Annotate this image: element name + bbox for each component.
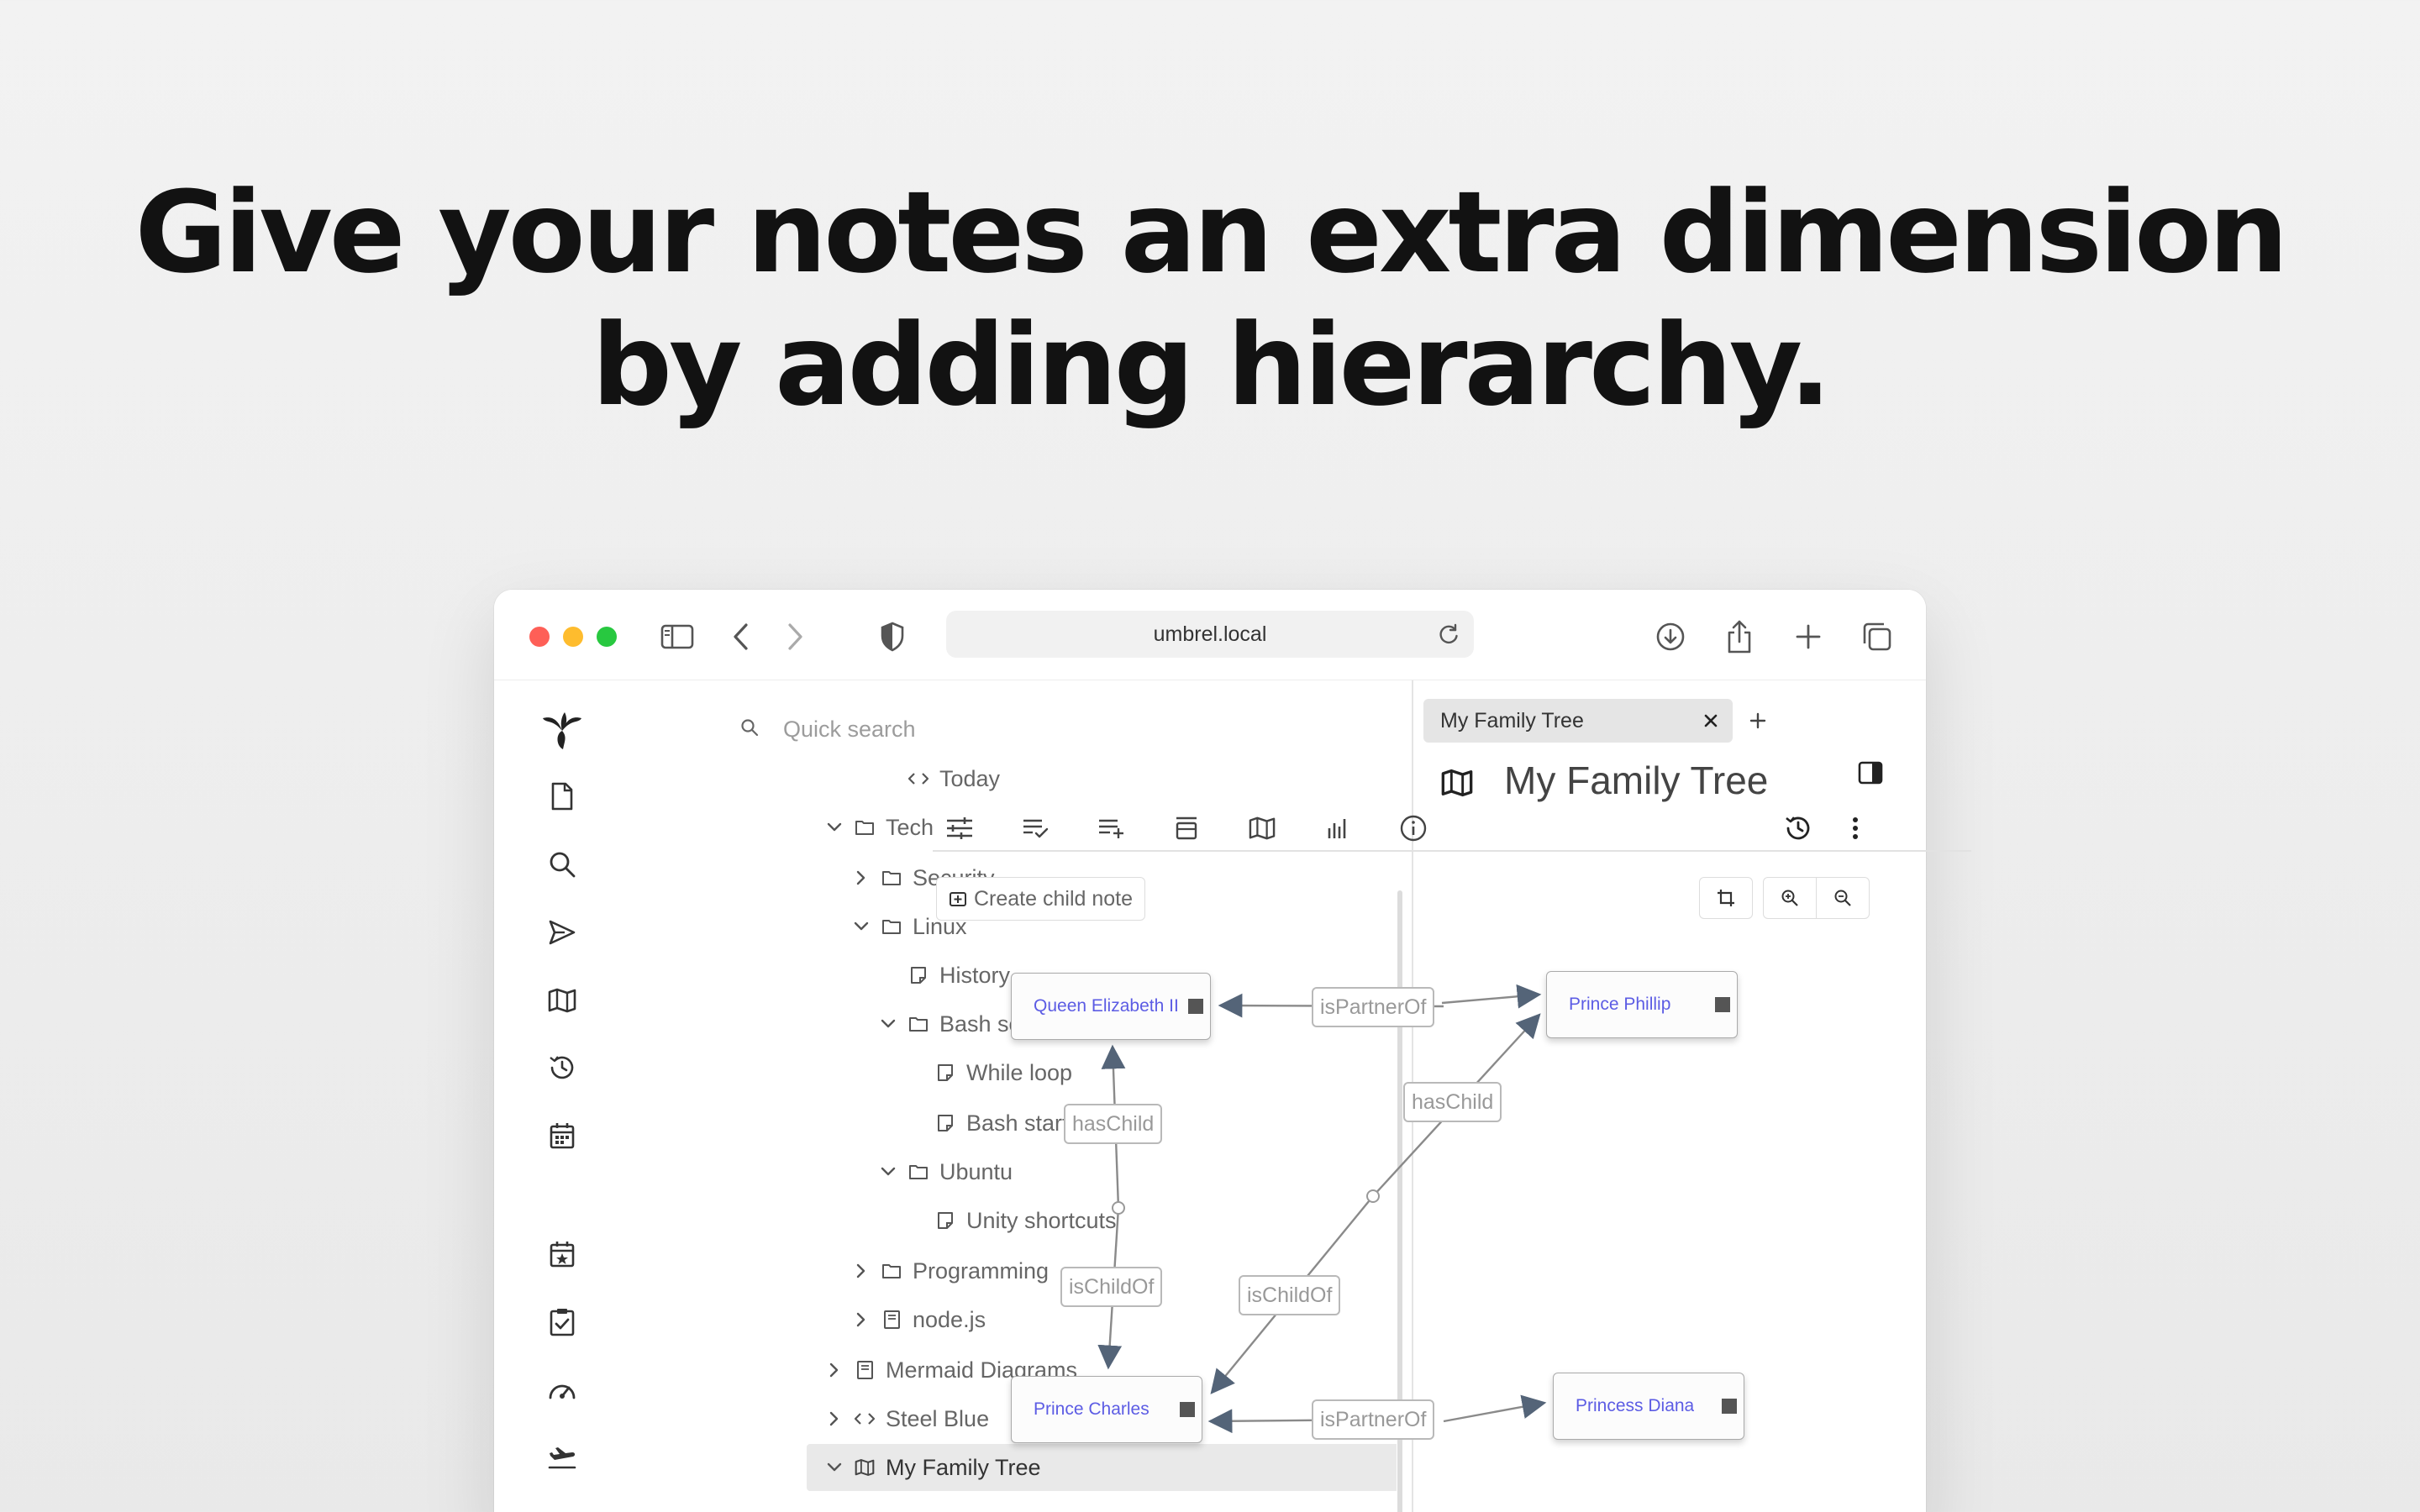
- connect-handle[interactable]: [1180, 1402, 1195, 1417]
- edge-label-ispartnerof[interactable]: isPartnerOf: [1312, 987, 1435, 1027]
- connect-handle[interactable]: [1188, 999, 1203, 1014]
- map-node-prince-charles[interactable]: Prince Charles: [1011, 1376, 1202, 1443]
- headline-line-1: Give your notes an extra dimension: [134, 167, 2288, 298]
- map-node-label[interactable]: Prince Charles: [1034, 1399, 1150, 1420]
- map-node-prince-phillip[interactable]: Prince Phillip: [1546, 971, 1738, 1038]
- map-node-queen-elizabeth-ii[interactable]: Queen Elizabeth II: [1011, 973, 1211, 1040]
- map-node-princess-diana[interactable]: Princess Diana: [1553, 1373, 1744, 1440]
- headline: Give your notes an extra dimension by ad…: [0, 166, 2420, 432]
- quick-search: [630, 680, 1403, 748]
- connect-handle[interactable]: [1715, 997, 1730, 1012]
- map-node-label[interactable]: Princess Diana: [1576, 1396, 1694, 1416]
- edge-label-ischildof[interactable]: isChildOf: [1060, 1267, 1163, 1307]
- edge-label-ischildof[interactable]: isChildOf: [1239, 1275, 1341, 1315]
- edge-label-haschild[interactable]: hasChild: [1064, 1104, 1163, 1144]
- quick-search-input[interactable]: [783, 712, 1136, 746]
- map-node-label[interactable]: Prince Phillip: [1569, 995, 1670, 1015]
- map-node-label[interactable]: Queen Elizabeth II: [1034, 996, 1179, 1016]
- edge-label-ispartnerof[interactable]: isPartnerOf: [1312, 1399, 1435, 1440]
- search-icon: [739, 717, 765, 743]
- browser-window: umbrel.local Today Tech Security Linux H…: [494, 590, 1926, 1512]
- connect-handle[interactable]: [1722, 1399, 1737, 1414]
- edge-label-haschild[interactable]: hasChild: [1403, 1082, 1502, 1122]
- headline-line-2: by adding hierarchy.: [592, 300, 1832, 431]
